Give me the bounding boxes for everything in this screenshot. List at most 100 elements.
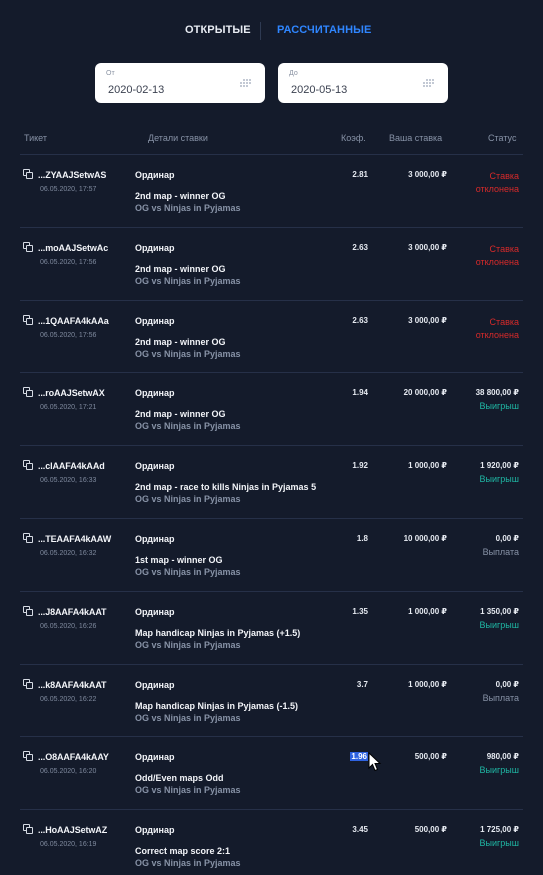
bet-payout: 1 920,00 ₽ bbox=[480, 461, 519, 471]
copy-icon[interactable] bbox=[23, 751, 33, 762]
bet-type: Ординар bbox=[135, 315, 175, 326]
bet-payout: 980,00 ₽ bbox=[486, 752, 519, 762]
bet-payout: 0,00 ₽ bbox=[495, 533, 519, 543]
table-row[interactable]: ...clAAFA4kAAd 06.05.2020, 16:33 Ординар 2n… bbox=[20, 445, 523, 518]
ticket-id[interactable]: ...k8AAFA4kAAT bbox=[38, 680, 107, 690]
bet-stake: 3 000,00 ₽ bbox=[408, 315, 447, 325]
mouse-cursor-icon bbox=[368, 752, 382, 772]
bet-stake: 20 000,00 ₽ bbox=[403, 388, 447, 398]
bet-status: Ставка отклонена bbox=[475, 171, 519, 194]
bet-coef: 2.63 bbox=[352, 242, 368, 252]
bet-status: Выигрыш bbox=[479, 619, 519, 630]
bet-status: Выигрыш bbox=[479, 474, 519, 485]
bet-payout: 0,00 ₽ bbox=[495, 679, 519, 689]
copy-icon[interactable] bbox=[23, 605, 33, 616]
calendar-icon[interactable] bbox=[423, 79, 434, 87]
copy-icon[interactable] bbox=[23, 824, 33, 835]
ticket-id[interactable]: ...O8AAFA4kAAY bbox=[38, 752, 109, 762]
ticket-id[interactable]: ...roAAJSetwAX bbox=[38, 388, 105, 398]
bet-payout: 1 350,00 ₽ bbox=[480, 606, 519, 616]
ticket-date: 06.05.2020, 16:33 bbox=[40, 477, 97, 485]
bet-stake: 10 000,00 ₽ bbox=[403, 533, 447, 543]
ticket-id[interactable]: ...TEAAFA4kAAW bbox=[38, 534, 111, 544]
bet-event: OG vs Ninjas in Pyjamas bbox=[135, 494, 241, 505]
bet-status: Ставка отклонена bbox=[475, 243, 519, 267]
bet-status: Выплата bbox=[482, 692, 519, 703]
ticket-id[interactable]: ...clAAFA4kAAd bbox=[38, 461, 105, 471]
date-to-field[interactable]: До 2020-05-13 bbox=[278, 63, 448, 103]
ticket-date: 06.05.2020, 16:26 bbox=[40, 622, 97, 630]
bet-event: OG vs Ninjas in Pyjamas bbox=[135, 639, 241, 650]
ticket-id[interactable]: ...1QAAFA4kAAa bbox=[38, 316, 109, 326]
copy-icon[interactable] bbox=[23, 678, 33, 689]
bet-type: Ординар bbox=[135, 825, 175, 836]
date-from-label: От bbox=[106, 70, 115, 77]
bet-stake: 500,00 ₽ bbox=[414, 825, 447, 835]
ticket-id[interactable]: ...J8AAFA4kAAT bbox=[38, 607, 107, 617]
ticket-id[interactable]: ...ZYAAJSetwAS bbox=[38, 170, 106, 180]
table-header: Тикет Детали ставки Коэф. Ваша ставка Ст… bbox=[0, 133, 543, 145]
bet-coef: 1.92 bbox=[352, 461, 368, 471]
bet-stake: 3 000,00 ₽ bbox=[408, 170, 447, 179]
table-row[interactable]: ...1QAAFA4kAAa 06.05.2020, 17:56 Ординар 2n… bbox=[20, 299, 523, 373]
bet-event: OG vs Ninjas in Pyjamas bbox=[135, 275, 241, 286]
table-row[interactable]: ...J8AAFA4kAAT 06.05.2020, 16:26 Ординар Ma… bbox=[20, 590, 523, 664]
ticket-date: 06.05.2020, 16:22 bbox=[40, 695, 97, 703]
column-header-coef: Коэф. bbox=[341, 133, 366, 143]
calendar-icon[interactable] bbox=[240, 79, 251, 87]
ticket-date: 06.05.2020, 16:19 bbox=[40, 841, 97, 849]
table-row[interactable]: ...TEAAFA4kAAW 06.05.2020, 16:32 Ординар 1s… bbox=[20, 517, 523, 591]
date-from-value[interactable]: 2020-02-13 bbox=[108, 84, 164, 96]
bet-type: Ординар bbox=[135, 388, 175, 399]
column-header-details: Детали ставки bbox=[148, 133, 208, 143]
bet-market: 2nd map - winner OG bbox=[135, 336, 226, 347]
ticket-date: 06.05.2020, 17:21 bbox=[40, 404, 97, 412]
copy-icon[interactable] bbox=[23, 314, 33, 325]
date-to-value[interactable]: 2020-05-13 bbox=[291, 84, 347, 96]
bets-table: ...ZYAAJSetwAS 06.05.2020, 17:57 Ординар 2n… bbox=[20, 154, 523, 875]
bet-stake: 500,00 ₽ bbox=[414, 752, 447, 762]
tab-settled[interactable]: РАССЧИТАННЫЕ bbox=[277, 24, 371, 36]
copy-icon[interactable] bbox=[23, 241, 33, 252]
date-from-field[interactable]: От 2020-02-13 bbox=[95, 63, 265, 103]
bet-payout: 1 725,00 ₽ bbox=[480, 825, 519, 835]
column-header-stake: Ваша ставка bbox=[389, 133, 443, 143]
ticket-date: 06.05.2020, 17:56 bbox=[40, 331, 97, 339]
bet-event: OG vs Ninjas in Pyjamas bbox=[135, 785, 241, 796]
column-header-status: Статус bbox=[488, 133, 517, 143]
table-row[interactable]: ...roAAJSetwAX 06.05.2020, 17:21 Ординар 2n… bbox=[20, 372, 523, 445]
bet-event: OG vs Ninjas in Pyjamas bbox=[135, 203, 241, 213]
ticket-date: 06.05.2020, 16:32 bbox=[40, 549, 97, 557]
bet-market: 2nd map - winner OG bbox=[135, 409, 226, 420]
table-row[interactable]: ...moAAJSetwAc 06.05.2020, 17:56 Ординар 2n… bbox=[20, 226, 523, 300]
bet-payout: 38 800,00 ₽ bbox=[475, 388, 519, 398]
ticket-id[interactable]: ...moAAJSetwAc bbox=[38, 243, 108, 253]
ticket-date: 06.05.2020, 16:20 bbox=[40, 768, 97, 776]
column-header-ticket: Тикет bbox=[24, 133, 47, 143]
ticket-id[interactable]: ...HoAAJSetwAZ bbox=[38, 825, 107, 835]
table-row[interactable]: ...ZYAAJSetwAS 06.05.2020, 17:57 Ординар 2n… bbox=[20, 154, 523, 227]
bet-market: Odd/Even maps Odd bbox=[135, 773, 224, 784]
bet-stake: 1 000,00 ₽ bbox=[408, 606, 447, 616]
table-row[interactable]: ...O8AAFA4kAAY 06.05.2020, 16:20 Ординар Od… bbox=[20, 736, 523, 809]
bet-event: OG vs Ninjas in Pyjamas bbox=[135, 712, 241, 723]
bet-coef: 3.7 bbox=[356, 679, 368, 689]
bet-stake: 3 000,00 ₽ bbox=[408, 242, 447, 252]
bet-market: 2nd map - winner OG bbox=[135, 263, 226, 274]
bet-status: Ставка отклонена bbox=[475, 316, 519, 340]
bet-market: 2nd map - race to kills Ninjas in Pyjama… bbox=[135, 482, 317, 493]
table-row[interactable]: ...k8AAFA4kAAT 06.05.2020, 16:22 Ординар Ma… bbox=[20, 663, 523, 737]
copy-icon[interactable] bbox=[23, 460, 33, 471]
bet-coef: 1.8 bbox=[356, 533, 368, 543]
bet-type: Ординар bbox=[135, 606, 175, 617]
copy-icon[interactable] bbox=[23, 532, 33, 543]
bet-market: 2nd map - winner OG bbox=[135, 191, 226, 201]
tab-open[interactable]: ОТКРЫТЫЕ bbox=[185, 24, 251, 36]
table-row[interactable]: ...HoAAJSetwAZ 06.05.2020, 16:19 Ординар Co… bbox=[20, 809, 523, 875]
bet-market: Map handicap Ninjas in Pyjamas (-1.5) bbox=[135, 700, 299, 711]
copy-icon[interactable] bbox=[23, 387, 33, 398]
copy-icon[interactable] bbox=[23, 169, 33, 179]
bet-type: Ординар bbox=[135, 242, 175, 253]
bet-coef: 2.81 bbox=[352, 170, 368, 179]
bet-status: Выплата bbox=[482, 546, 519, 557]
